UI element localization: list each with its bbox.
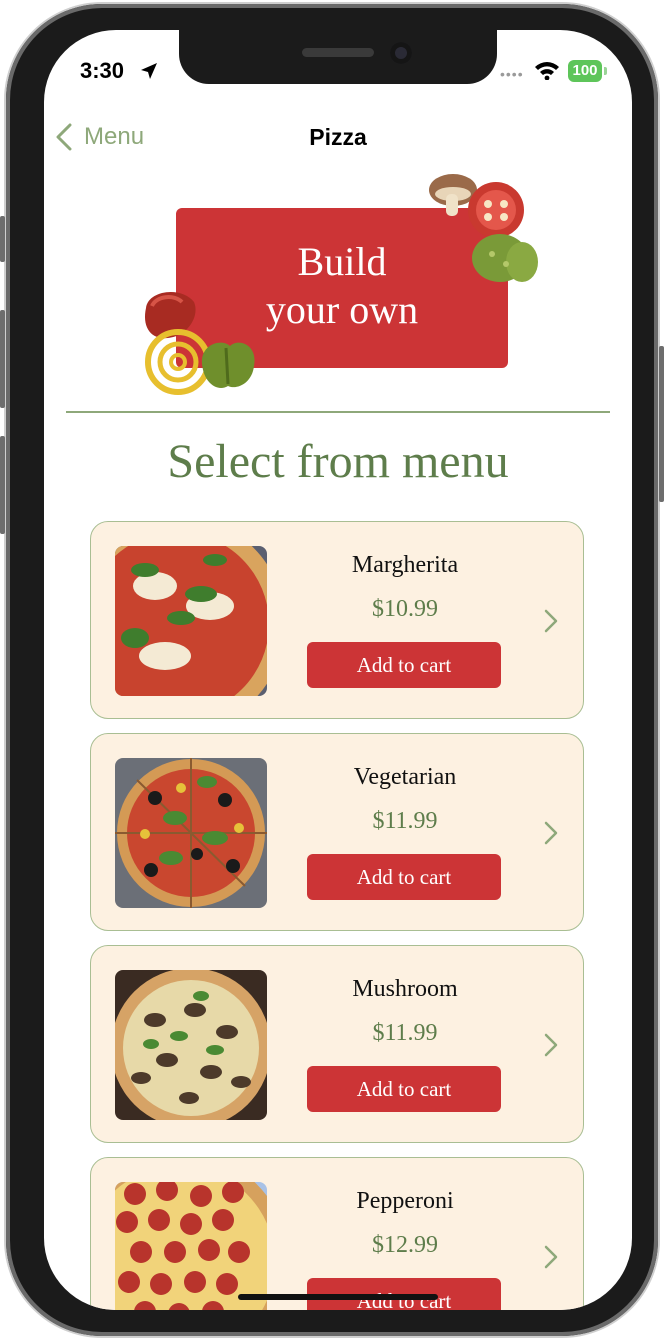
item-name: Margherita: [351, 552, 459, 578]
section-title: Select from menu: [167, 435, 509, 488]
chevron-right-icon[interactable]: [543, 1244, 559, 1270]
vegetarian-photo: [115, 758, 267, 908]
item-price: $10.99: [372, 596, 438, 622]
front-camera: [390, 42, 412, 64]
power-button: [659, 346, 664, 502]
nav-title: Pizza: [309, 124, 367, 150]
margherita-photo: [115, 546, 267, 696]
app-screen: 3:30 •••• 100 Menu Pizza Build your own: [44, 30, 632, 1310]
chevron-right-icon[interactable]: [543, 608, 559, 634]
home-indicator[interactable]: [238, 1294, 438, 1300]
add-to-cart-button[interactable]: Add to cart: [307, 854, 501, 900]
volume-down-button: [0, 436, 5, 534]
location-arrow-icon: [141, 63, 157, 79]
add-to-cart-button[interactable]: Add to cart: [307, 642, 501, 688]
item-price: $11.99: [372, 1020, 438, 1046]
silent-switch: [0, 216, 5, 262]
status-time: 3:30: [80, 58, 125, 83]
signal-dots: ••••: [500, 66, 524, 82]
build-your-own-line2: your own: [265, 287, 419, 332]
phone-frame: 3:30 •••• 100 Menu Pizza Build your own: [0, 4, 664, 1336]
mushroom-photo: [115, 970, 267, 1120]
battery-icon: 100: [568, 60, 602, 82]
menu-card-margherita[interactable]: Margherita $10.99 Add to cart: [90, 521, 584, 719]
section-divider: [66, 411, 610, 413]
volume-up-button: [0, 310, 5, 408]
menu-card-vegetarian[interactable]: Vegetarian $11.99 Add to cart: [90, 733, 584, 931]
speaker-grille: [302, 48, 374, 57]
menu-card-pepperoni[interactable]: Pepperoni $12.99 Add to cart: [90, 1157, 584, 1310]
item-price: $12.99: [372, 1232, 438, 1258]
wifi-icon: [535, 62, 559, 80]
chevron-right-icon[interactable]: [543, 820, 559, 846]
item-name: Pepperoni: [356, 1188, 454, 1214]
add-to-cart-button[interactable]: Add to cart: [307, 1066, 501, 1112]
green-pepper-illustration: [201, 342, 255, 388]
item-price: $11.99: [372, 808, 438, 834]
notch: [179, 30, 497, 84]
chevron-right-icon[interactable]: [543, 1032, 559, 1058]
item-name: Vegetarian: [353, 764, 457, 790]
menu-card-mushroom[interactable]: Mushroom $11.99 Add to cart: [90, 945, 584, 1143]
item-name: Mushroom: [352, 976, 458, 1002]
pepperoni-photo: [115, 1182, 267, 1310]
battery-nub: [604, 67, 607, 75]
build-your-own-line1: Build: [297, 239, 387, 284]
pickle-illustration: [472, 234, 538, 282]
